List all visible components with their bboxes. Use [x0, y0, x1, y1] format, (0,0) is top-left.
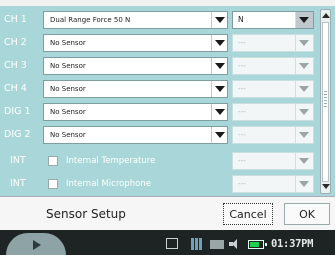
channel-label: CH 3 — [4, 60, 27, 71]
home-button[interactable] — [6, 233, 66, 255]
chevron-down-icon[interactable] — [211, 12, 227, 28]
chevron-down-icon[interactable] — [295, 12, 313, 28]
grip-icon — [324, 91, 327, 109]
sensor-row-ch4: CH 4 No Sensor --- — [0, 78, 318, 100]
scroll-down-icon[interactable] — [322, 183, 330, 191]
dialog-footer: Sensor Setup Cancel OK — [0, 196, 335, 230]
unit-select-int-mic: --- — [232, 175, 314, 193]
unit-select-ch3: --- — [232, 57, 314, 75]
sensor-select-value: No Sensor — [50, 85, 86, 93]
unit-select-value: --- — [238, 84, 247, 93]
sensor-select-value: No Sensor — [50, 62, 86, 70]
channel-label: CH 4 — [4, 83, 27, 94]
channel-label: INT — [10, 178, 26, 189]
unit-select-value: --- — [238, 130, 247, 139]
unit-select-ch2: --- — [232, 34, 314, 52]
chevron-down-icon — [295, 153, 313, 169]
sensor-row-dig2: DIG 2 No Sensor --- — [0, 124, 318, 146]
vertical-scrollbar[interactable] — [320, 9, 331, 194]
unit-select-ch1[interactable]: N — [232, 11, 314, 29]
unit-select-dig1: --- — [232, 103, 314, 121]
sensor-select-value: No Sensor — [50, 108, 86, 116]
unit-select-value: --- — [238, 179, 247, 188]
cancel-button[interactable]: Cancel — [223, 203, 273, 225]
channel-label: DIG 2 — [4, 129, 31, 140]
battery-icon — [248, 240, 267, 249]
microphone-checkbox[interactable] — [48, 179, 58, 189]
play-icon — [33, 240, 41, 250]
unit-select-value: --- — [238, 61, 247, 70]
sensor-select-ch3[interactable]: No Sensor — [43, 57, 228, 75]
unit-select-value: --- — [238, 38, 247, 47]
scroll-up-icon[interactable] — [322, 12, 330, 20]
unit-select-ch4: --- — [232, 80, 314, 98]
checkbox-label: Internal Microphone — [66, 179, 151, 189]
temperature-checkbox[interactable] — [48, 156, 58, 166]
sensor-select-value: Dual Range Force 50 N — [50, 16, 131, 24]
chevron-down-icon — [295, 176, 313, 192]
sensor-select-dig1[interactable]: No Sensor — [43, 103, 228, 121]
channel-label: CH 1 — [4, 14, 27, 25]
unit-select-value: --- — [238, 107, 247, 116]
sensor-row-ch1: CH 1 Dual Range Force 50 N N — [0, 9, 318, 31]
file-manager-icon[interactable] — [166, 238, 178, 249]
sensor-select-ch2[interactable]: No Sensor — [43, 34, 228, 52]
checkbox-label: Internal Temperature — [66, 156, 156, 166]
scroll-thumb[interactable] — [322, 22, 329, 182]
channel-label: DIG 1 — [4, 106, 31, 117]
unit-select-value: N — [238, 15, 244, 24]
chevron-down-icon[interactable] — [211, 58, 227, 74]
unit-select-dig2: --- — [232, 126, 314, 144]
sensor-select-dig2[interactable]: No Sensor — [43, 126, 228, 144]
chevron-down-icon[interactable] — [211, 104, 227, 120]
sensor-row-ch2: CH 2 No Sensor --- — [0, 32, 318, 54]
chevron-down-icon[interactable] — [211, 81, 227, 97]
page-title: Sensor Setup — [46, 207, 126, 221]
chevron-down-icon — [295, 104, 313, 120]
chevron-down-icon[interactable] — [211, 127, 227, 143]
taskbar: 01:37PM — [0, 230, 335, 255]
unit-select-value: --- — [238, 156, 247, 165]
keyboard-icon[interactable] — [210, 240, 224, 249]
sensor-select-value: No Sensor — [50, 131, 86, 139]
sensor-row-dig1: DIG 1 No Sensor --- — [0, 101, 318, 123]
chevron-down-icon — [295, 35, 313, 51]
sensor-select-ch4[interactable]: No Sensor — [43, 80, 228, 98]
chevron-down-icon — [295, 127, 313, 143]
internal-row-microphone: INT Internal Microphone --- — [0, 173, 318, 195]
sensor-select-value: No Sensor — [50, 39, 86, 47]
sensor-list: CH 1 Dual Range Force 50 N N CH 2 No Sen… — [0, 6, 335, 196]
ok-button[interactable]: OK — [284, 203, 330, 225]
chevron-down-icon[interactable] — [211, 35, 227, 51]
internal-row-temperature: INT Internal Temperature --- — [0, 150, 318, 172]
channel-label: CH 2 — [4, 37, 27, 48]
volume-icon[interactable] — [229, 239, 241, 249]
clock: 01:37PM — [271, 238, 314, 250]
apps-grid-icon[interactable] — [191, 238, 203, 250]
unit-select-int-temp: --- — [232, 152, 314, 170]
channel-label: INT — [10, 155, 26, 166]
sensor-select-ch1[interactable]: Dual Range Force 50 N — [43, 11, 228, 29]
chevron-down-icon — [295, 58, 313, 74]
sensor-row-ch3: CH 3 No Sensor --- — [0, 55, 318, 77]
chevron-down-icon — [295, 81, 313, 97]
sensor-setup-screen: CH 1 Dual Range Force 50 N N CH 2 No Sen… — [0, 0, 335, 255]
